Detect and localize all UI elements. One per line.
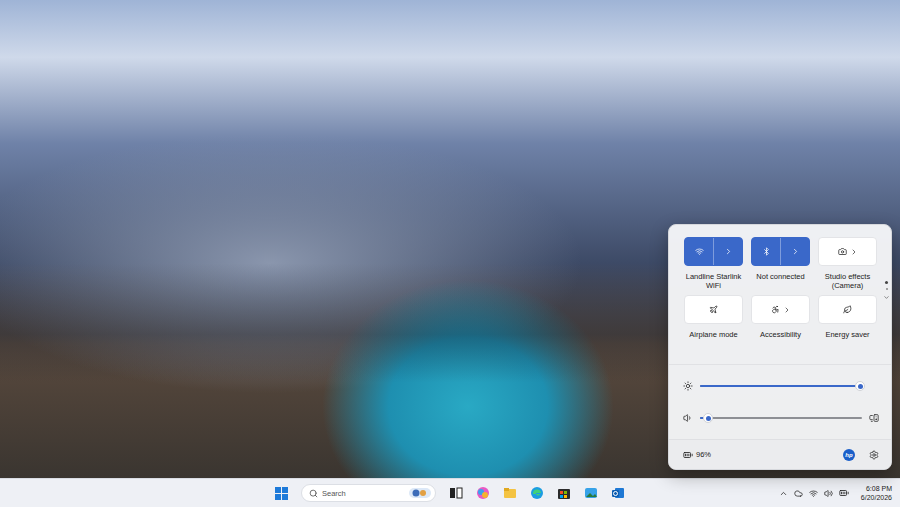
slider-thumb[interactable] [855, 381, 865, 391]
chevron-right-icon [724, 247, 733, 256]
desktop: Landline Starlink WiFi Not connected Studi… [0, 0, 900, 507]
quick-tile[interactable] [684, 237, 743, 266]
volume-icon[interactable] [683, 413, 693, 423]
wifi-icon[interactable] [809, 489, 818, 498]
next-page-icon[interactable] [883, 294, 890, 301]
chevron-right-icon [791, 247, 800, 256]
slider-track[interactable] [700, 385, 862, 387]
clock[interactable]: 6:08 PM6/20/2026 [861, 484, 892, 502]
quick-settings-panel: Landline Starlink WiFi Not connected Studi… [668, 224, 892, 470]
copilot-icon[interactable] [476, 486, 490, 500]
system-tray: 6:08 PM6/20/2026 [779, 484, 892, 502]
photos-icon[interactable] [584, 486, 598, 500]
tile-expand[interactable] [780, 238, 809, 265]
tile-cell: Landline Starlink WiFi [684, 237, 743, 290]
show-hidden-icons-icon[interactable] [779, 489, 788, 498]
tile-toggle[interactable] [752, 238, 780, 265]
quick-tile[interactable] [818, 237, 877, 266]
tile-cell: Not connected [751, 237, 810, 290]
wifi-icon [695, 247, 704, 256]
camera-icon [838, 247, 847, 256]
file-explorer-icon[interactable] [503, 486, 517, 500]
hp-logo[interactable]: hp [843, 449, 855, 461]
slider-section [669, 365, 891, 439]
tile-cell: Accessibility [751, 295, 810, 348]
footer-actions: hp [843, 449, 879, 461]
tile-label: Accessibility [751, 330, 810, 348]
energy-saver-icon [843, 305, 852, 314]
search-highlight-icon [409, 487, 431, 499]
page-dot[interactable] [886, 288, 888, 290]
chevron-right-icon [850, 248, 858, 256]
slider-thumb[interactable] [703, 413, 713, 423]
tile-toggle[interactable] [752, 296, 809, 323]
search-icon [309, 489, 318, 498]
slider-row [683, 375, 879, 397]
page-dot[interactable] [885, 281, 888, 284]
search-placeholder: Search [322, 489, 405, 498]
windows-logo-icon[interactable] [275, 487, 288, 500]
tile-expand[interactable] [713, 238, 742, 265]
slider-fill [700, 385, 860, 387]
tile-label: Airplane mode [684, 330, 743, 348]
tile-toggle[interactable] [685, 296, 742, 323]
slider-row [683, 407, 879, 429]
page-indicator[interactable] [883, 237, 890, 348]
tile-toggle[interactable] [819, 238, 876, 265]
battery-icon[interactable] [839, 488, 849, 498]
quick-tile[interactable] [818, 295, 877, 324]
airplane-icon [709, 305, 718, 314]
quick-tile[interactable] [751, 237, 810, 266]
quick-settings-footer: 96% hp [669, 439, 891, 469]
chevron-right-icon [783, 306, 791, 314]
tile-cell: Energy saver [818, 295, 877, 348]
tile-toggle[interactable] [685, 238, 713, 265]
audio-output-icon[interactable] [869, 413, 879, 423]
taskbar: Search 6:08 PM6/20/2026 [0, 478, 900, 507]
edge-icon[interactable] [530, 486, 544, 500]
outlook-icon[interactable] [611, 486, 625, 500]
tile-label: Energy saver [818, 330, 877, 348]
tile-label: Landline Starlink WiFi [684, 272, 743, 290]
tile-label: Not connected [751, 272, 810, 290]
brightness-icon[interactable] [683, 381, 693, 391]
quick-tile[interactable] [751, 295, 810, 324]
quick-tile[interactable] [684, 295, 743, 324]
tile-grid: Landline Starlink WiFi Not connected Studi… [684, 237, 877, 348]
tile-toggle[interactable] [819, 296, 876, 323]
battery-status[interactable]: 96% [683, 450, 711, 460]
accessibility-icon [771, 305, 780, 314]
gear-icon[interactable] [869, 450, 879, 460]
tile-label: Studio effects (Camera) [818, 272, 877, 290]
wallpaper: Landline Starlink WiFi Not connected Studi… [0, 0, 900, 478]
clock-date: 6/20/2026 [861, 493, 892, 502]
tile-cell: Airplane mode [684, 295, 743, 348]
taskbar-center: Search [275, 484, 625, 502]
bluetooth-icon [762, 247, 771, 256]
store-icon[interactable] [557, 486, 571, 500]
task-view-icon[interactable] [449, 486, 463, 500]
battery-icon [683, 450, 693, 460]
search-box[interactable]: Search [301, 484, 436, 502]
slider-track[interactable] [700, 417, 862, 419]
tile-section: Landline Starlink WiFi Not connected Studi… [669, 225, 891, 365]
tile-cell: Studio effects (Camera) [818, 237, 877, 290]
clock-time: 6:08 PM [866, 484, 892, 493]
volume-icon[interactable] [824, 489, 833, 498]
cloud-icon[interactable] [794, 489, 803, 498]
